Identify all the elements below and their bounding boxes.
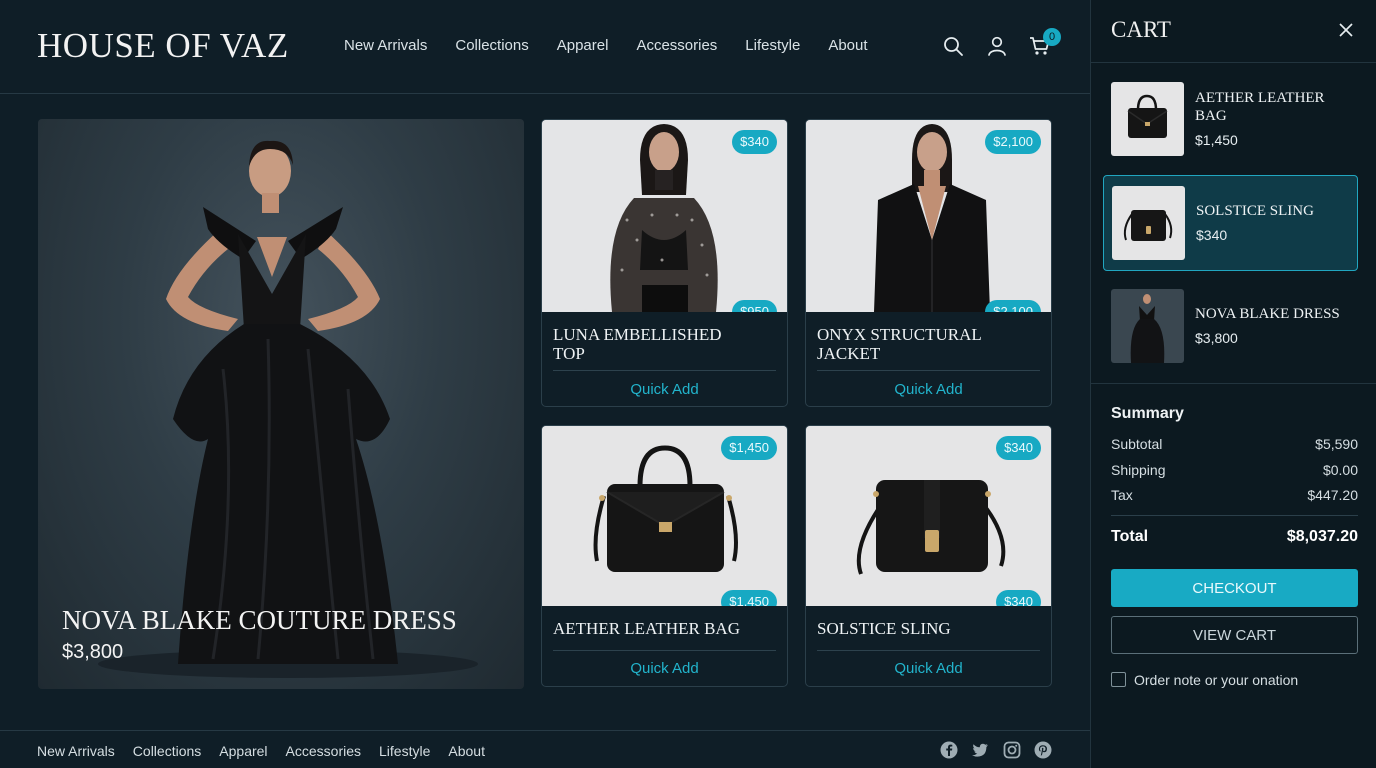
card-divider — [817, 650, 1040, 651]
footer-nav-apparel[interactable]: Apparel — [219, 743, 267, 759]
shipping-value: $0.00 — [1322, 462, 1358, 478]
summary-total-row: Total $8,037.20 — [1111, 528, 1358, 546]
cart-item-price: $1,450 — [1195, 132, 1238, 148]
footer-nav-about[interactable]: About — [448, 743, 485, 759]
brand-logo[interactable]: HOUSE OF VAZ — [37, 26, 289, 66]
product-name: ONYX STRUCTURAL JACKET — [817, 325, 982, 363]
cart-items-divider — [1091, 383, 1376, 384]
cart-item-thumbnail — [1111, 82, 1184, 156]
tax-label: Tax — [1111, 487, 1133, 503]
card-divider — [817, 370, 1040, 371]
quick-add-button[interactable]: Quick Add — [806, 660, 1051, 677]
price-badge: $2,100 — [985, 130, 1041, 154]
cart-item-name: SOLSTICE SLING — [1196, 203, 1314, 219]
footer-nav-accessories[interactable]: Accessories — [286, 743, 361, 759]
price-badge: $340 — [996, 590, 1041, 606]
price-badge: $340 — [732, 130, 777, 154]
tax-value: $447.20 — [1307, 487, 1358, 503]
price-badge: $340 — [996, 436, 1041, 460]
facebook-icon[interactable] — [940, 741, 958, 759]
cart-item-aether-bag[interactable]: AETHER LEATHER BAG $1,450 — [1103, 72, 1358, 168]
view-cart-button[interactable]: VIEW CART — [1111, 616, 1358, 654]
cart-item-solstice-sling[interactable]: SOLSTICE SLING $340 — [1103, 175, 1358, 271]
product-image: $340 $340 — [806, 426, 1051, 606]
footer-nav-new-arrivals[interactable]: New Arrivals — [37, 743, 115, 759]
search-icon[interactable] — [942, 35, 964, 57]
site-footer: New Arrivals Collections Apparel Accesso… — [0, 730, 1090, 768]
card-divider — [553, 370, 776, 371]
nav-accessories[interactable]: Accessories — [636, 37, 717, 54]
footer-nav: New Arrivals Collections Apparel Accesso… — [37, 743, 485, 759]
product-card-solstice-sling[interactable]: $340 $340 SOLSTICE SLING Quick Add — [805, 425, 1052, 687]
product-image: $2,100 $2,100 — [806, 120, 1051, 312]
hero-feature-card[interactable]: NOVA BLAKE COUTURE DRESS $3,800 — [38, 119, 524, 689]
quick-add-button[interactable]: Quick Add — [542, 381, 787, 398]
cart-item-nova-dress[interactable]: NOVA BLAKE DRESS $3,800 — [1103, 279, 1358, 375]
site-header: HOUSE OF VAZ New Arrivals Collections Ap… — [0, 0, 1090, 94]
cart-title: CART — [1111, 17, 1171, 42]
product-name: AETHER LEATHER BAG — [553, 619, 740, 638]
total-value: $8,037.20 — [1286, 528, 1358, 545]
product-card-luna-top[interactable]: $340 $950 LUNA EMBELLISHED TOP Quick Add — [541, 119, 788, 407]
product-name: LUNA EMBELLISHED TOP — [553, 325, 722, 363]
user-icon[interactable] — [986, 35, 1008, 57]
price-badge: $2,100 — [985, 300, 1041, 312]
cart-item-price: $3,800 — [1195, 330, 1238, 346]
price-badge: $950 — [732, 300, 777, 312]
product-card-onyx-jacket[interactable]: $2,100 $2,100 ONYX STRUCTURAL JACKET Qui… — [805, 119, 1052, 407]
quick-add-button[interactable]: Quick Add — [806, 381, 1051, 398]
cart-panel: CART AETHER LEATHER BAG $1,450 SOLSTICE … — [1090, 0, 1376, 768]
instagram-icon[interactable] — [1003, 741, 1021, 759]
summary-divider — [1111, 515, 1358, 516]
hero-title: NOVA BLAKE COUTURE DRESS — [62, 605, 457, 635]
quick-add-button[interactable]: Quick Add — [542, 660, 787, 677]
footer-nav-lifestyle[interactable]: Lifestyle — [379, 743, 430, 759]
nav-collections[interactable]: Collections — [455, 37, 528, 54]
cart-item-price: $340 — [1196, 227, 1228, 243]
nav-new-arrivals[interactable]: New Arrivals — [344, 37, 427, 54]
summary-shipping-row: Shipping $0.00 — [1111, 462, 1358, 478]
cart-item-thumbnail — [1111, 289, 1184, 363]
close-icon[interactable] — [1337, 21, 1355, 39]
main-area: HOUSE OF VAZ New Arrivals Collections Ap… — [0, 0, 1090, 768]
cart-count-badge: 0 — [1043, 28, 1061, 46]
product-card-aether-bag[interactable]: $1,450 $1,450 AETHER LEATHER BAG Quick A… — [541, 425, 788, 687]
subtotal-value: $5,590 — [1315, 436, 1358, 452]
summary-subtotal-row: Subtotal $5,590 — [1111, 436, 1358, 452]
nav-lifestyle[interactable]: Lifestyle — [745, 37, 800, 54]
footer-nav-collections[interactable]: Collections — [133, 743, 201, 759]
price-badge: $1,450 — [721, 590, 777, 606]
total-label: Total — [1111, 528, 1149, 545]
price-badge: $1,450 — [721, 436, 777, 460]
order-note-checkbox[interactable] — [1111, 672, 1126, 687]
shipping-label: Shipping — [1111, 462, 1166, 478]
card-divider — [553, 650, 776, 651]
hero-price: $3,800 — [62, 641, 124, 663]
order-note-label: Order note or your onation — [1134, 672, 1299, 688]
nav-about[interactable]: About — [828, 37, 867, 54]
nav-apparel[interactable]: Apparel — [557, 37, 609, 54]
pinterest-icon[interactable] — [1034, 741, 1052, 759]
twitter-icon[interactable] — [971, 741, 989, 759]
main-nav: New Arrivals Collections Apparel Accesso… — [344, 37, 868, 54]
cart-item-thumbnail — [1112, 186, 1185, 260]
hero-dress-image — [98, 140, 478, 678]
cart-header-divider — [1091, 62, 1376, 63]
checkout-button[interactable]: CHECKOUT — [1111, 569, 1358, 607]
product-name: SOLSTICE SLING — [817, 619, 951, 638]
subtotal-label: Subtotal — [1111, 436, 1163, 452]
cart-item-name: NOVA BLAKE DRESS — [1195, 306, 1340, 322]
cart-item-name: AETHER LEATHER BAG — [1195, 90, 1325, 124]
product-image: $1,450 $1,450 — [542, 426, 787, 606]
product-image: $340 $950 — [542, 120, 787, 312]
summary-title: Summary — [1111, 405, 1184, 422]
summary-tax-row: Tax $447.20 — [1111, 487, 1358, 503]
